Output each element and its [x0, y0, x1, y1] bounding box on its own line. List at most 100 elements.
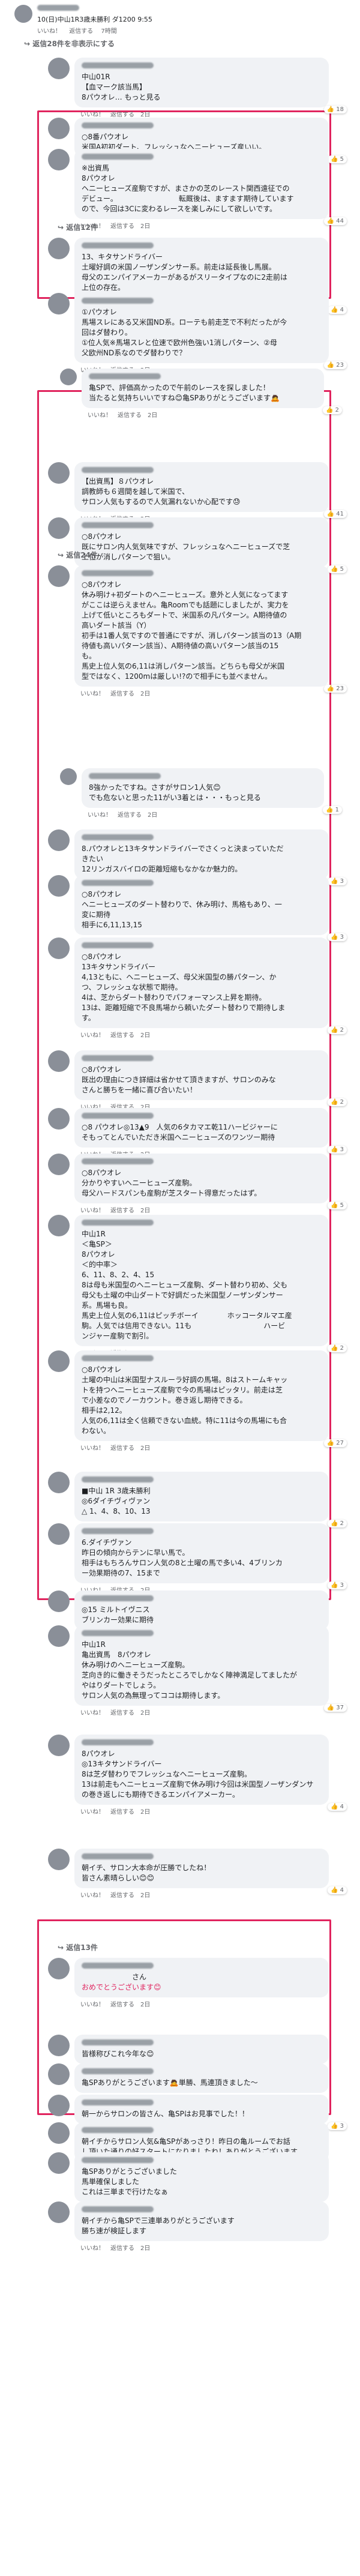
author-name[interactable] [82, 570, 154, 576]
author-name[interactable] [82, 834, 154, 840]
reply-link[interactable]: 返信する [110, 1208, 134, 1214]
like-link[interactable]: いいね！ [80, 1445, 104, 1452]
author-name[interactable] [82, 242, 154, 248]
like-link[interactable]: いいね！ [37, 28, 61, 35]
author-name[interactable] [82, 62, 154, 68]
reaction-count[interactable]: 👍 3 [327, 877, 347, 885]
reply-link[interactable]: 返信する [110, 1809, 134, 1816]
reply-link[interactable]: 返信する [110, 2002, 134, 2008]
reply-link[interactable]: 返信する [110, 223, 134, 230]
author-name[interactable] [37, 5, 79, 11]
avatar[interactable] [60, 768, 77, 785]
avatar[interactable] [48, 1958, 70, 1979]
avatar[interactable] [48, 1625, 70, 1647]
avatar[interactable] [48, 118, 70, 139]
avatar[interactable] [48, 462, 70, 484]
reply-link[interactable]: 返信する [118, 812, 142, 819]
reply-link[interactable]: 返信する [118, 412, 142, 419]
reply-link[interactable]: 返信する [110, 1892, 134, 1899]
reaction-count[interactable]: 👍 3 [327, 2122, 347, 2130]
avatar[interactable] [48, 2095, 70, 2116]
author-name[interactable] [82, 122, 154, 128]
author-name[interactable] [82, 1595, 154, 1601]
author-name[interactable] [82, 2206, 154, 2212]
like-link[interactable]: いいね！ [88, 812, 112, 819]
author-name[interactable] [82, 1055, 154, 1061]
reaction-count[interactable]: 👍 5 [327, 565, 347, 573]
author-name[interactable] [82, 2127, 154, 2133]
like-link[interactable]: いいね！ [80, 1208, 104, 1214]
avatar[interactable] [48, 1523, 70, 1545]
reply-link[interactable]: 返信する [110, 691, 134, 697]
reaction-count[interactable]: 👍 4 [327, 306, 347, 314]
author-name[interactable] [89, 373, 161, 379]
author-name[interactable] [82, 880, 154, 886]
reaction-count[interactable]: 👍 27 [323, 1439, 347, 1447]
avatar[interactable] [48, 829, 70, 851]
author-name[interactable] [82, 2068, 154, 2074]
author-name[interactable] [82, 2157, 154, 2163]
author-name[interactable] [82, 942, 154, 948]
author-name[interactable] [82, 298, 154, 304]
reaction-count[interactable]: 👍 2 [327, 1520, 347, 1527]
reaction-count[interactable]: 👍 3 [327, 933, 347, 941]
like-link[interactable]: いいね！ [80, 2002, 104, 2008]
author-name[interactable] [82, 1528, 154, 1534]
comment-text[interactable]: 8パウオレ… もっと見る [82, 92, 322, 103]
author-name[interactable] [82, 1963, 154, 1969]
avatar[interactable] [48, 1108, 70, 1130]
avatar[interactable] [48, 293, 70, 314]
author-name[interactable] [82, 1476, 154, 1482]
avatar[interactable] [48, 2063, 70, 2085]
avatar[interactable] [48, 937, 70, 959]
reaction-count[interactable]: 👍 3 [327, 1146, 347, 1154]
reaction-count[interactable]: 👍 18 [323, 106, 347, 113]
reply-link[interactable]: 返信する [110, 1445, 134, 1452]
like-link[interactable]: いいね！ [80, 1032, 104, 1039]
author-name[interactable] [82, 1630, 154, 1636]
reaction-count[interactable]: 👍 5 [327, 155, 347, 163]
reply-link[interactable]: 返信する [110, 2245, 134, 2252]
avatar[interactable] [14, 5, 32, 23]
avatar[interactable] [48, 1215, 70, 1236]
avatar[interactable] [48, 2201, 70, 2223]
like-link[interactable]: いいね！ [80, 1710, 104, 1717]
avatar[interactable] [48, 1350, 70, 1372]
avatar[interactable] [48, 1735, 70, 1756]
author-name[interactable] [82, 2099, 154, 2105]
avatar[interactable] [48, 2152, 70, 2174]
avatar[interactable] [48, 1050, 70, 1072]
avatar[interactable] [48, 565, 70, 587]
hide-replies-toggle[interactable]: ↪ 返信28件を非表示にする [24, 38, 115, 49]
avatar[interactable] [48, 2035, 70, 2056]
reply-link[interactable]: 返信する [110, 1032, 134, 1039]
reaction-count[interactable]: 👍 5 [327, 1202, 347, 1209]
reaction-count[interactable]: 👍 1 [322, 806, 342, 814]
view-replies-toggle[interactable]: ↪ 返信13件 [58, 1942, 98, 1952]
author-name[interactable] [82, 1853, 154, 1859]
avatar[interactable] [48, 1154, 70, 1175]
reply-link[interactable]: 返信する [110, 1710, 134, 1717]
reaction-count[interactable]: 👍 2 [322, 406, 342, 414]
avatar[interactable] [48, 149, 70, 170]
author-name[interactable] [82, 2039, 154, 2045]
author-name[interactable] [82, 1739, 154, 1745]
avatar[interactable] [48, 2122, 70, 2144]
author-name[interactable] [82, 154, 154, 160]
avatar[interactable] [48, 1590, 70, 1612]
avatar[interactable] [48, 238, 70, 259]
like-link[interactable]: いいね！ [80, 1809, 104, 1816]
avatar[interactable] [48, 517, 70, 539]
comment-text[interactable]: でも危ないと思った11がい3着とは・・・もっと見る [89, 793, 317, 803]
author-name[interactable] [82, 467, 154, 473]
like-link[interactable]: いいね！ [80, 1892, 104, 1899]
author-name[interactable] [82, 1158, 154, 1164]
avatar[interactable] [48, 1849, 70, 1870]
avatar[interactable] [48, 1472, 70, 1493]
view-replies-toggle[interactable]: ↪ 返信12件 [58, 222, 98, 232]
reaction-count[interactable]: 👍 23 [323, 361, 347, 369]
avatar[interactable] [48, 875, 70, 897]
reaction-count[interactable]: 👍 2 [327, 1098, 347, 1106]
reaction-count[interactable]: 👍 2 [327, 1026, 347, 1034]
reply-link[interactable]: 返信する [69, 28, 93, 35]
